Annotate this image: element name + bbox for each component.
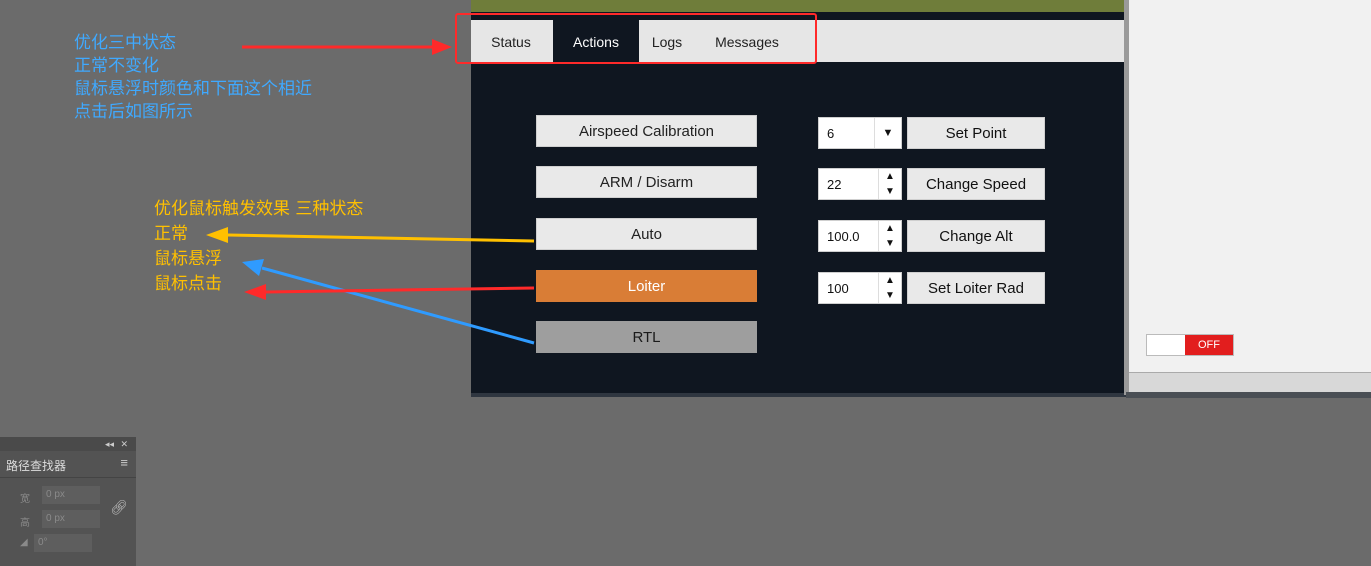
panel-topbar: ◂◂ ✕ bbox=[0, 437, 136, 451]
angle-icon: ◢ bbox=[20, 537, 28, 548]
panel-title: 路径查找器 bbox=[6, 459, 67, 473]
height-label: 高 bbox=[20, 518, 30, 529]
arrow-head bbox=[242, 259, 264, 276]
divider bbox=[0, 477, 136, 478]
angle-field[interactable]: 0° bbox=[34, 534, 92, 552]
arrow-line bbox=[261, 266, 535, 345]
arrow-line bbox=[265, 286, 535, 294]
height-field[interactable]: 0 px bbox=[42, 510, 100, 528]
pathfinder-panel: ◂◂ ✕ 路径查找器 ≡ 宽 0 px 高 0 px 🔗︎ ◢ 0° bbox=[0, 437, 136, 566]
arrow-head bbox=[432, 39, 452, 55]
link-icon[interactable]: 🔗︎ bbox=[110, 499, 128, 516]
collapse-icon[interactable]: ◂◂ bbox=[105, 437, 114, 451]
arrow-head bbox=[244, 284, 266, 300]
annotation-arrows bbox=[206, 39, 535, 345]
arrow-line bbox=[227, 233, 535, 243]
close-icon[interactable]: ✕ bbox=[120, 437, 128, 451]
menu-icon[interactable]: ≡ bbox=[120, 455, 128, 470]
width-field[interactable]: 0 px bbox=[42, 486, 100, 504]
arrow-head bbox=[206, 227, 228, 243]
width-label: 宽 bbox=[20, 494, 30, 505]
